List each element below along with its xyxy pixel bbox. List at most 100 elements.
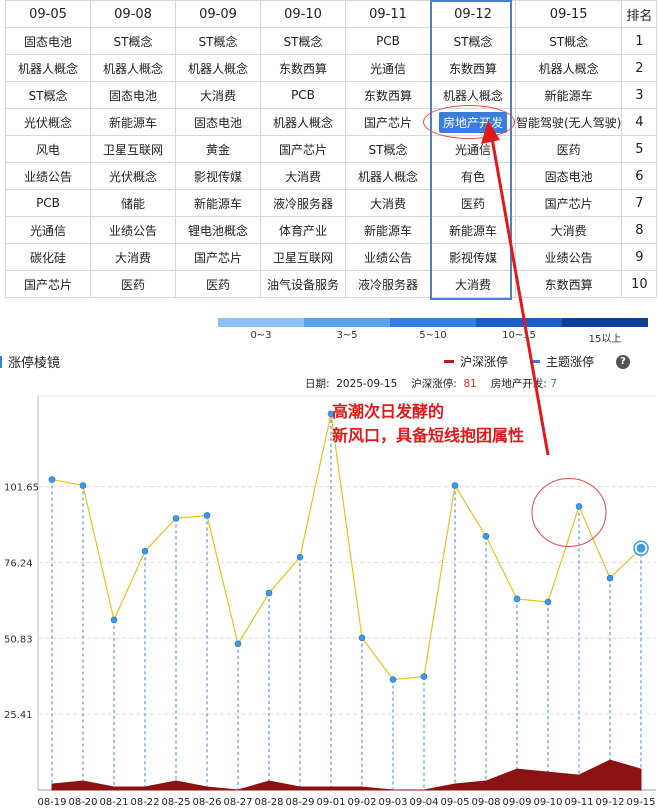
theme-cell[interactable]: 医药 <box>514 135 623 163</box>
theme-cell[interactable]: 有色 <box>430 162 516 190</box>
theme-cell[interactable]: 医药 <box>90 270 176 298</box>
theme-cell[interactable]: 国产芯片 <box>514 189 623 217</box>
info-theme-value: 7 <box>550 378 557 390</box>
theme-cell[interactable]: 国产芯片 <box>345 108 431 136</box>
theme-cell[interactable]: 机器人概念 <box>175 54 261 82</box>
theme-cell[interactable]: 大消费 <box>345 189 431 217</box>
info-date-label: 日期: <box>305 378 330 390</box>
theme-cell[interactable]: 油气设备服务 <box>260 270 346 298</box>
theme-cell[interactable]: 固态电池 <box>5 27 91 55</box>
date-header-09-09[interactable]: 09-09 <box>175 0 261 28</box>
scale-label: 0~3 <box>250 330 272 341</box>
theme-cell[interactable]: ST概念 <box>5 81 91 109</box>
theme-cell[interactable]: 业绩公告 <box>514 243 623 271</box>
theme-cell[interactable]: 机器人概念 <box>430 81 516 109</box>
theme-cell[interactable]: 国产芯片 <box>175 243 261 271</box>
theme-cell[interactable]: 机器人概念 <box>345 162 431 190</box>
chart-title-text: 涨停棱镜 <box>8 356 61 371</box>
theme-cell[interactable]: 大消费 <box>260 162 346 190</box>
data-point <box>451 482 459 489</box>
theme-cell[interactable]: PCB <box>5 189 91 217</box>
theme-cell[interactable]: 影视传媒 <box>430 243 516 271</box>
theme-cell[interactable]: 机器人概念 <box>90 54 176 82</box>
theme-cell[interactable]: 国产芯片 <box>5 270 91 298</box>
theme-cell[interactable]: 光通信 <box>345 54 431 82</box>
theme-cell[interactable]: ST概念 <box>430 27 516 55</box>
theme-cell[interactable]: 大消费 <box>430 270 516 298</box>
theme-cell[interactable]: 大消费 <box>90 243 176 271</box>
highlighted-theme[interactable]: 房地产开发 <box>438 111 507 133</box>
theme-cell[interactable]: 黄金 <box>175 135 261 163</box>
theme-cell[interactable]: 新能源车 <box>430 216 516 244</box>
chart-info-row: 日期: 2025-09-15 沪深涨停: 81 房地产开发: 7 <box>305 376 557 391</box>
theme-cell[interactable]: 碳化硅 <box>5 243 91 271</box>
theme-cell[interactable]: 机器人概念 <box>260 108 346 136</box>
theme-cell[interactable]: 储能 <box>90 189 176 217</box>
y-tick-label: 50.83 <box>4 634 33 645</box>
theme-cell[interactable]: 业绩公告 <box>5 162 91 190</box>
date-header-09-11[interactable]: 09-11 <box>345 0 431 28</box>
theme-cell[interactable]: 固态电池 <box>175 108 261 136</box>
theme-cell[interactable]: 新能源车 <box>90 108 176 136</box>
date-header-09-08[interactable]: 09-08 <box>90 0 176 28</box>
table-row: 光伏概念 新能源车 固态电池 机器人概念 国产芯片 房地产开发 智能驾驶(无人驾驶) 4 <box>5 108 658 136</box>
theme-cell[interactable]: ST概念 <box>260 27 346 55</box>
rank-cell: 10 <box>621 270 658 298</box>
theme-cell[interactable]: 锂电池概念 <box>175 216 261 244</box>
help-icon[interactable]: ? <box>616 354 631 369</box>
date-header-09-05[interactable]: 09-05 <box>5 0 91 28</box>
theme-cell[interactable]: 大消费 <box>514 216 623 244</box>
chart-legend: 沪深涨停 主题涨停 ? <box>444 353 631 370</box>
theme-cell[interactable]: 智能驾驶(无人驾驶) <box>514 108 623 136</box>
theme-cell[interactable]: ST概念 <box>514 27 623 55</box>
theme-cell[interactable]: 业绩公告 <box>90 216 176 244</box>
theme-cell[interactable]: 东数西算 <box>514 270 623 298</box>
chart-title: 涨停棱镜 <box>0 352 60 371</box>
theme-cell[interactable]: 固态电池 <box>514 162 623 190</box>
theme-cell[interactable]: ST概念 <box>175 27 261 55</box>
table-row: 碳化硅 大消费 国产芯片 卫星互联网 业绩公告 影视传媒 业绩公告 9 <box>5 243 658 271</box>
theme-cell[interactable]: 东数西算 <box>260 54 346 82</box>
legend-market[interactable]: 沪深涨停 <box>444 353 508 370</box>
theme-cell[interactable]: 固态电池 <box>90 81 176 109</box>
theme-cell[interactable]: 大消费 <box>175 81 261 109</box>
data-point <box>203 512 211 519</box>
legend-theme[interactable]: 主题涨停 <box>530 353 594 370</box>
theme-cell[interactable]: 影视传媒 <box>175 162 261 190</box>
theme-cell[interactable]: 机器人概念 <box>514 54 623 82</box>
theme-cell[interactable]: 体育产业 <box>260 216 346 244</box>
theme-cell[interactable]: 医药 <box>175 270 261 298</box>
theme-cell[interactable]: ST概念 <box>345 135 431 163</box>
theme-cell[interactable]: 光伏概念 <box>90 162 176 190</box>
date-header-09-10[interactable]: 09-10 <box>260 0 346 28</box>
theme-cell[interactable]: 机器人概念 <box>5 54 91 82</box>
theme-cell[interactable]: 业绩公告 <box>345 243 431 271</box>
date-header-09-12[interactable]: 09-12 <box>430 0 516 28</box>
theme-cell[interactable]: 东数西算 <box>430 54 516 82</box>
data-point-active <box>636 543 646 553</box>
theme-cell[interactable]: 风电 <box>5 135 91 163</box>
theme-cell[interactable]: 新能源车 <box>345 216 431 244</box>
theme-cell[interactable]: PCB <box>345 27 431 55</box>
rank-header: 排名 <box>621 0 658 28</box>
theme-cell[interactable]: 房地产开发 <box>430 108 516 136</box>
annotation-text: 高潮次日发酵的 新风口，具备短线抱团属性 <box>332 400 524 448</box>
theme-cell[interactable]: 新能源车 <box>175 189 261 217</box>
theme-cell[interactable]: PCB <box>260 81 346 109</box>
theme-cell[interactable]: ST概念 <box>90 27 176 55</box>
theme-cell[interactable]: 光伏概念 <box>5 108 91 136</box>
scale-label: 3~5 <box>336 330 358 341</box>
theme-cell[interactable]: 新能源车 <box>514 81 623 109</box>
theme-cell[interactable]: 国产芯片 <box>260 135 346 163</box>
theme-cell[interactable]: 卫星互联网 <box>260 243 346 271</box>
date-header-09-15[interactable]: 09-15 <box>514 0 623 28</box>
data-point <box>544 598 552 606</box>
theme-cell[interactable]: 液冷服务器 <box>260 189 346 217</box>
theme-cell[interactable]: 东数西算 <box>345 81 431 109</box>
theme-cell[interactable]: 卫星互联网 <box>90 135 176 163</box>
theme-cell[interactable]: 光通信 <box>430 135 516 163</box>
data-point <box>420 673 428 680</box>
theme-cell[interactable]: 医药 <box>430 189 516 217</box>
theme-cell[interactable]: 光通信 <box>5 216 91 244</box>
theme-cell[interactable]: 液冷服务器 <box>345 270 431 298</box>
